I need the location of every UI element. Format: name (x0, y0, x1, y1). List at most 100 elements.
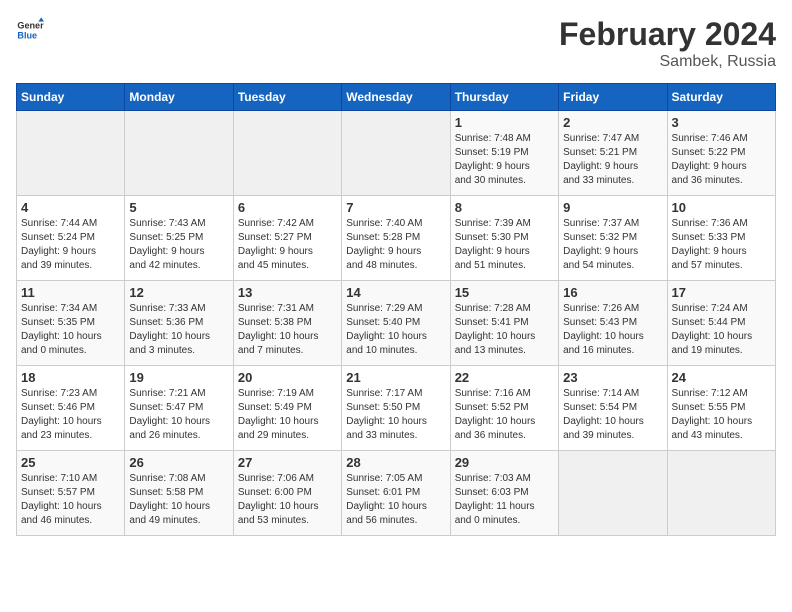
calendar-table: SundayMondayTuesdayWednesdayThursdayFrid… (16, 83, 776, 536)
calendar-cell: 25 Sunrise: 7:10 AMSunset: 5:57 PMDayligh… (17, 451, 125, 536)
calendar-cell: 12 Sunrise: 7:33 AMSunset: 5:36 PMDayligh… (125, 281, 233, 366)
day-info: Sunrise: 7:23 AMSunset: 5:46 PMDaylight:… (21, 387, 120, 443)
calendar-cell: 28 Sunrise: 7:05 AMSunset: 6:01 PMDayligh… (342, 451, 450, 536)
calendar-cell (17, 111, 125, 196)
calendar-cell: 13 Sunrise: 7:31 AMSunset: 5:38 PMDayligh… (233, 281, 341, 366)
day-number: 23 (563, 370, 662, 385)
day-number: 13 (238, 285, 337, 300)
day-info: Sunrise: 7:16 AMSunset: 5:52 PMDaylight:… (455, 387, 554, 443)
day-number: 9 (563, 200, 662, 215)
day-number: 3 (672, 115, 771, 130)
calendar-cell: 22 Sunrise: 7:16 AMSunset: 5:52 PMDayligh… (450, 366, 558, 451)
day-number: 10 (672, 200, 771, 215)
day-info: Sunrise: 7:03 AMSunset: 6:03 PMDaylight:… (455, 472, 554, 528)
logo-icon: General Blue (16, 16, 44, 44)
calendar-cell (559, 451, 667, 536)
day-number: 4 (21, 200, 120, 215)
day-info: Sunrise: 7:44 AMSunset: 5:24 PMDaylight:… (21, 217, 120, 273)
calendar-cell: 21Sunrise: 7:17 AMSunset: 5:50 PMDayligh… (342, 366, 450, 451)
day-info: Sunrise: 7:08 AMSunset: 5:58 PMDaylight:… (129, 472, 228, 528)
day-info: Sunrise: 7:33 AMSunset: 5:36 PMDaylight:… (129, 302, 228, 358)
day-number: 12 (129, 285, 228, 300)
svg-text:General: General (17, 21, 44, 31)
day-number: 15 (455, 285, 554, 300)
calendar-week-row: 4 Sunrise: 7:44 AMSunset: 5:24 PMDaylight… (17, 196, 776, 281)
day-number: 19 (129, 370, 228, 385)
day-info: Sunrise: 7:28 AMSunset: 5:41 PMDaylight:… (455, 302, 554, 358)
day-info: Sunrise: 7:39 AMSunset: 5:30 PMDaylight:… (455, 217, 554, 273)
calendar-cell: 26 Sunrise: 7:08 AMSunset: 5:58 PMDayligh… (125, 451, 233, 536)
day-info: Sunrise: 7:42 AMSunset: 5:27 PMDaylight:… (238, 217, 337, 273)
calendar-week-row: 11Sunrise: 7:34 AMSunset: 5:35 PMDayligh… (17, 281, 776, 366)
day-info: Sunrise: 7:47 AMSunset: 5:21 PMDaylight:… (563, 132, 662, 188)
day-number: 25 (21, 455, 120, 470)
day-of-week-header: Monday (125, 84, 233, 111)
day-number: 27 (238, 455, 337, 470)
day-number: 2 (563, 115, 662, 130)
day-number: 1 (455, 115, 554, 130)
title-section: February 2024 Sambek, Russia (559, 16, 776, 71)
calendar-cell: 6Sunrise: 7:42 AMSunset: 5:27 PMDaylight… (233, 196, 341, 281)
calendar-week-row: 1 Sunrise: 7:48 AMSunset: 5:19 PMDaylight… (17, 111, 776, 196)
calendar-cell (667, 451, 775, 536)
day-number: 5 (129, 200, 228, 215)
page-header: General Blue February 2024 Sambek, Russi… (16, 16, 776, 71)
day-number: 28 (346, 455, 445, 470)
calendar-week-row: 25 Sunrise: 7:10 AMSunset: 5:57 PMDayligh… (17, 451, 776, 536)
calendar-cell: 27 Sunrise: 7:06 AMSunset: 6:00 PMDayligh… (233, 451, 341, 536)
location-subtitle: Sambek, Russia (559, 53, 776, 71)
day-number: 17 (672, 285, 771, 300)
day-info: Sunrise: 7:14 AMSunset: 5:54 PMDaylight:… (563, 387, 662, 443)
day-number: 22 (455, 370, 554, 385)
day-info: Sunrise: 7:46 AMSunset: 5:22 PMDaylight:… (672, 132, 771, 188)
calendar-cell: 14 Sunrise: 7:29 AMSunset: 5:40 PMDayligh… (342, 281, 450, 366)
calendar-cell: 4 Sunrise: 7:44 AMSunset: 5:24 PMDaylight… (17, 196, 125, 281)
calendar-cell: 11Sunrise: 7:34 AMSunset: 5:35 PMDayligh… (17, 281, 125, 366)
calendar-cell: 19Sunrise: 7:21 AMSunset: 5:47 PMDayligh… (125, 366, 233, 451)
calendar-cell: 20Sunrise: 7:19 AMSunset: 5:49 PMDayligh… (233, 366, 341, 451)
day-info: Sunrise: 7:40 AMSunset: 5:28 PMDaylight:… (346, 217, 445, 273)
day-number: 11 (21, 285, 120, 300)
day-info: Sunrise: 7:24 AMSunset: 5:44 PMDaylight:… (672, 302, 771, 358)
day-info: Sunrise: 7:17 AMSunset: 5:50 PMDaylight:… (346, 387, 445, 443)
calendar-cell: 29 Sunrise: 7:03 AMSunset: 6:03 PMDayligh… (450, 451, 558, 536)
calendar-week-row: 18 Sunrise: 7:23 AMSunset: 5:46 PMDayligh… (17, 366, 776, 451)
calendar-cell: 3 Sunrise: 7:46 AMSunset: 5:22 PMDaylight… (667, 111, 775, 196)
day-number: 29 (455, 455, 554, 470)
calendar-cell (233, 111, 341, 196)
calendar-cell: 17 Sunrise: 7:24 AMSunset: 5:44 PMDayligh… (667, 281, 775, 366)
calendar-cell: 2 Sunrise: 7:47 AMSunset: 5:21 PMDaylight… (559, 111, 667, 196)
month-year-title: February 2024 (559, 16, 776, 53)
calendar-cell: 24 Sunrise: 7:12 AMSunset: 5:55 PMDayligh… (667, 366, 775, 451)
day-info: Sunrise: 7:05 AMSunset: 6:01 PMDaylight:… (346, 472, 445, 528)
day-info: Sunrise: 7:37 AMSunset: 5:32 PMDaylight:… (563, 217, 662, 273)
calendar-cell: 23 Sunrise: 7:14 AMSunset: 5:54 PMDayligh… (559, 366, 667, 451)
day-info: Sunrise: 7:06 AMSunset: 6:00 PMDaylight:… (238, 472, 337, 528)
calendar-cell: 9 Sunrise: 7:37 AMSunset: 5:32 PMDaylight… (559, 196, 667, 281)
calendar-cell: 7 Sunrise: 7:40 AMSunset: 5:28 PMDaylight… (342, 196, 450, 281)
day-number: 14 (346, 285, 445, 300)
day-of-week-header: Friday (559, 84, 667, 111)
day-of-week-header: Sunday (17, 84, 125, 111)
calendar-cell (125, 111, 233, 196)
day-number: 18 (21, 370, 120, 385)
day-number: 24 (672, 370, 771, 385)
svg-text:Blue: Blue (17, 30, 37, 40)
day-number: 7 (346, 200, 445, 215)
calendar-header-row: SundayMondayTuesdayWednesdayThursdayFrid… (17, 84, 776, 111)
day-info: Sunrise: 7:43 AMSunset: 5:25 PMDaylight:… (129, 217, 228, 273)
day-of-week-header: Wednesday (342, 84, 450, 111)
calendar-cell: 5 Sunrise: 7:43 AMSunset: 5:25 PMDaylight… (125, 196, 233, 281)
logo: General Blue (16, 16, 44, 44)
day-number: 8 (455, 200, 554, 215)
calendar-cell: 16Sunrise: 7:26 AMSunset: 5:43 PMDayligh… (559, 281, 667, 366)
day-info: Sunrise: 7:10 AMSunset: 5:57 PMDaylight:… (21, 472, 120, 528)
day-info: Sunrise: 7:36 AMSunset: 5:33 PMDaylight:… (672, 217, 771, 273)
day-info: Sunrise: 7:12 AMSunset: 5:55 PMDaylight:… (672, 387, 771, 443)
day-info: Sunrise: 7:48 AMSunset: 5:19 PMDaylight:… (455, 132, 554, 188)
calendar-cell: 1 Sunrise: 7:48 AMSunset: 5:19 PMDaylight… (450, 111, 558, 196)
calendar-cell: 18 Sunrise: 7:23 AMSunset: 5:46 PMDayligh… (17, 366, 125, 451)
day-number: 26 (129, 455, 228, 470)
day-info: Sunrise: 7:31 AMSunset: 5:38 PMDaylight:… (238, 302, 337, 358)
day-info: Sunrise: 7:29 AMSunset: 5:40 PMDaylight:… (346, 302, 445, 358)
